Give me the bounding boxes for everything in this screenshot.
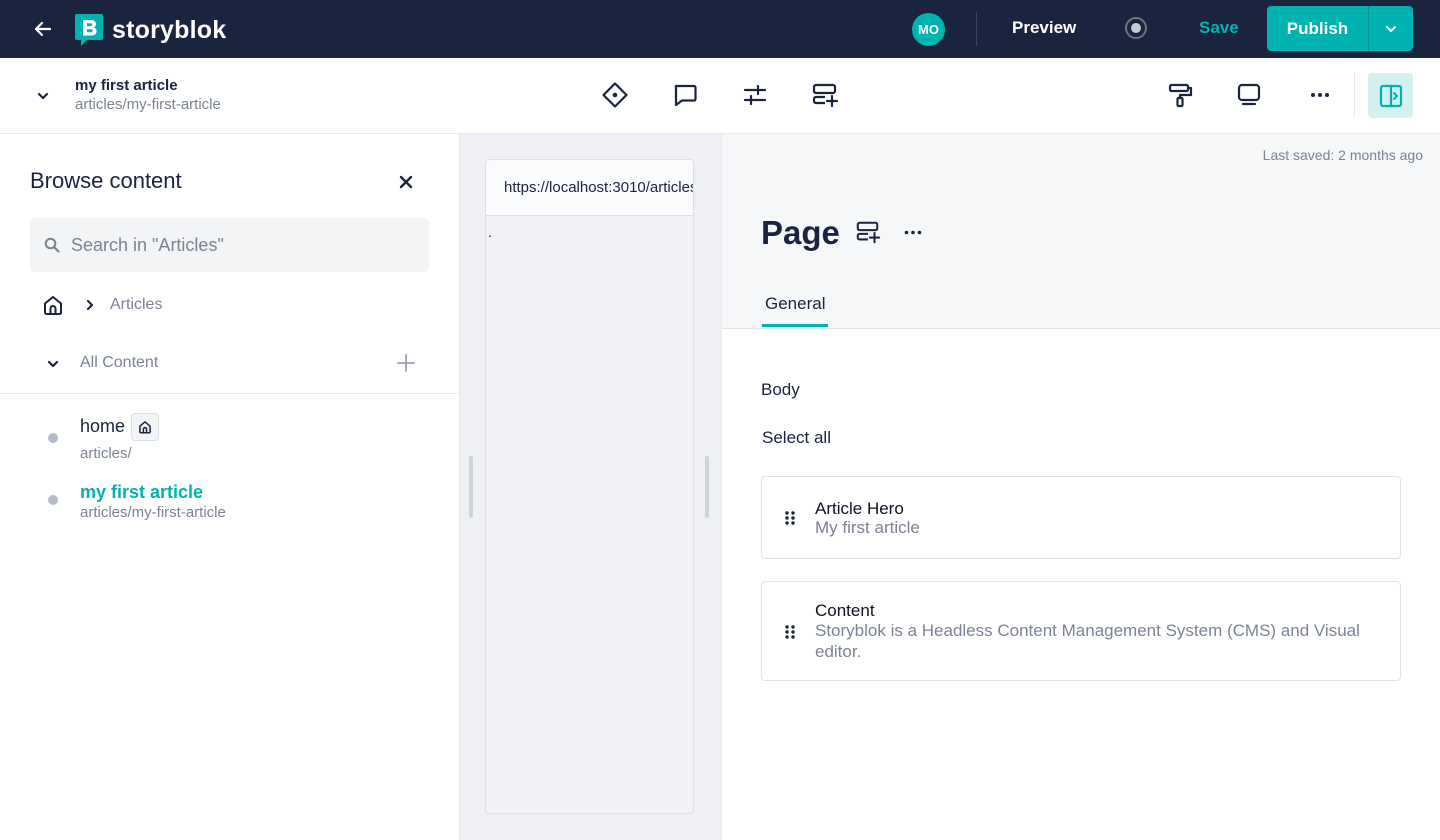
drag-handle-icon[interactable] — [784, 624, 796, 640]
preview-button[interactable]: Preview — [1012, 18, 1076, 38]
add-block-button[interactable] — [807, 77, 843, 113]
editor-panel: Last saved: 2 months ago Page General Bo… — [721, 134, 1440, 840]
preview-content: . — [488, 224, 492, 240]
content-type-button[interactable] — [597, 77, 633, 113]
block-card[interactable]: Article Hero My first article — [761, 476, 1401, 559]
logo-text: storyblok — [112, 16, 227, 44]
plus-icon — [397, 354, 415, 372]
resize-handle[interactable] — [705, 456, 709, 518]
divider — [0, 393, 460, 394]
drag-handle-icon[interactable] — [784, 510, 796, 526]
comments-button[interactable] — [667, 77, 703, 113]
item-path: articles/ — [80, 445, 132, 462]
home-badge — [131, 413, 159, 441]
more-options-button[interactable] — [1302, 77, 1338, 113]
close-panel-button[interactable] — [396, 172, 416, 192]
last-saved-text: Last saved: 2 months ago — [1262, 147, 1423, 163]
preview-url[interactable]: https://localhost:3010/articles/my-first… — [486, 160, 693, 216]
story-title: my first article — [75, 77, 178, 94]
item-path: articles/my-first-article — [80, 504, 226, 521]
search-input[interactable] — [71, 234, 411, 256]
item-name: home — [80, 416, 126, 436]
add-block-button[interactable] — [855, 219, 881, 245]
more-icon — [1311, 93, 1329, 97]
list-item[interactable]: home articles/ — [0, 413, 460, 466]
chevron-down-icon — [37, 92, 49, 100]
status-dot — [48, 495, 58, 505]
status-dot — [48, 433, 58, 443]
editor-header: Last saved: 2 months ago Page General — [722, 134, 1440, 329]
design-button[interactable] — [1162, 77, 1198, 113]
save-button[interactable]: Save — [1199, 18, 1239, 38]
storyblok-logo[interactable]: storyblok — [75, 14, 226, 46]
add-content-button[interactable] — [396, 352, 416, 374]
resize-handle[interactable] — [469, 456, 473, 518]
split-view-button[interactable] — [1368, 73, 1413, 118]
preview-area: https://localhost:3010/articles/my-first… — [460, 134, 721, 840]
divider — [976, 12, 977, 46]
settings-sliders-icon — [743, 84, 767, 106]
monitor-icon — [1237, 83, 1261, 106]
publish-button[interactable]: Publish — [1267, 6, 1368, 51]
block-title: Content — [815, 601, 875, 620]
story-toolbar: my first article articles/my-first-artic… — [0, 58, 1440, 134]
close-icon — [399, 175, 413, 189]
divider — [1354, 72, 1355, 118]
page-title: Page — [761, 214, 840, 251]
chevron-right-icon — [84, 298, 96, 312]
panel-title: Browse content — [30, 168, 182, 193]
paint-roller-icon — [1168, 83, 1193, 108]
page-more-button[interactable] — [901, 222, 925, 242]
story-menu-toggle[interactable] — [33, 86, 53, 106]
select-all-button[interactable]: Select all — [762, 428, 831, 448]
tab-general[interactable]: General — [762, 292, 829, 327]
list-item[interactable]: my first article articles/my-first-artic… — [0, 480, 460, 526]
chevron-down-icon — [1386, 25, 1396, 32]
search-box — [30, 218, 429, 272]
user-avatar[interactable]: MO — [912, 13, 945, 46]
browse-content-panel: Browse content Articles All Content home… — [0, 134, 460, 840]
search-icon — [44, 237, 60, 253]
arrow-left-icon — [35, 22, 51, 36]
record-icon[interactable] — [1125, 17, 1147, 39]
item-name: my first article — [80, 482, 204, 502]
breadcrumb-articles[interactable]: Articles — [110, 296, 162, 314]
block-subtitle: My first article — [815, 518, 920, 537]
home-icon — [44, 296, 62, 315]
publish-group: Publish — [1267, 6, 1413, 51]
settings-button[interactable] — [737, 77, 773, 113]
device-preview-button[interactable] — [1231, 77, 1267, 113]
home-icon — [139, 421, 151, 434]
top-bar: storyblok MO Preview Save Publish — [0, 0, 1440, 58]
collapse-toggle[interactable] — [44, 355, 62, 373]
body-field-label: Body — [761, 380, 800, 399]
storyblok-logo-icon — [75, 14, 103, 46]
back-button[interactable] — [30, 17, 56, 41]
all-content-label: All Content — [80, 354, 159, 371]
story-slug: articles/my-first-article — [75, 96, 221, 113]
add-block-icon — [856, 221, 881, 244]
more-icon — [904, 230, 922, 234]
content-type-icon — [602, 82, 628, 108]
block-title: Article Hero — [815, 499, 904, 518]
publish-options-button[interactable] — [1368, 6, 1413, 51]
block-subtitle: Storyblok is a Headless Content Manageme… — [815, 621, 1360, 661]
breadcrumb-home[interactable] — [42, 294, 64, 316]
split-view-icon — [1379, 84, 1402, 107]
block-card[interactable]: Content Storyblok is a Headless Content … — [761, 581, 1401, 681]
add-block-icon — [812, 83, 839, 108]
comments-icon — [674, 84, 697, 107]
preview-frame[interactable]: https://localhost:3010/articles/my-first… — [485, 159, 694, 814]
chevron-down-icon — [47, 360, 59, 368]
